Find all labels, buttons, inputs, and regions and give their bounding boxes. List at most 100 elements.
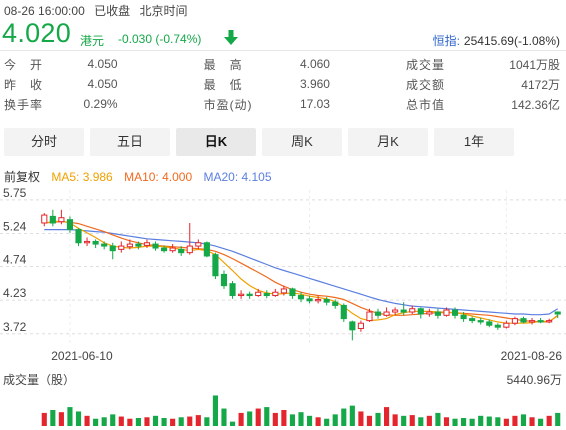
- candle-body: [58, 217, 65, 223]
- candle-body: [477, 320, 484, 323]
- volume-bar: [247, 411, 253, 426]
- volume-bar: [401, 415, 407, 426]
- candle-body: [195, 242, 202, 247]
- y-tick-label: 4.23: [3, 286, 27, 300]
- candle-body: [297, 295, 305, 300]
- volume-bar: [101, 417, 107, 426]
- candle-body: [469, 318, 476, 322]
- candle-body: [109, 245, 116, 252]
- ma10-line: [44, 221, 559, 323]
- volume-bar: [426, 415, 432, 426]
- volume-bar: [546, 415, 552, 426]
- volume-bar: [409, 415, 415, 426]
- candle-body: [451, 309, 459, 316]
- volume-bar: [58, 412, 64, 426]
- candle-body: [135, 243, 142, 247]
- volume-bar: [324, 418, 330, 426]
- volume-bar: [495, 417, 501, 426]
- volume-bar: [332, 414, 338, 426]
- candle-body: [186, 245, 193, 254]
- candle-body: [409, 308, 416, 313]
- candle-body: [332, 301, 339, 306]
- volume-bar: [435, 412, 441, 426]
- volume-bar: [144, 417, 150, 426]
- candle-body: [443, 309, 450, 316]
- kline-chart[interactable]: 5.75 5.24 4.74 4.23 3.72 2021-06-10 2021-08-26…: [0, 0, 566, 430]
- volume-bar: [461, 418, 467, 426]
- candle-body: [203, 242, 210, 257]
- x-tick-label: 2021-06-10: [51, 349, 113, 363]
- candle-body: [460, 314, 467, 320]
- candle-body: [101, 243, 108, 247]
- volume-bar: [152, 415, 159, 426]
- volume-bar: [298, 412, 304, 426]
- volume-bar: [538, 418, 544, 426]
- ma5-line: [44, 220, 559, 324]
- candle-body: [161, 247, 168, 252]
- candle-body: [400, 309, 407, 313]
- candle-body: [340, 304, 347, 320]
- candle-body: [315, 298, 322, 302]
- y-tick-label: 5.24: [3, 220, 27, 234]
- candle-body: [486, 321, 493, 326]
- candle-body: [503, 322, 510, 328]
- candle-body: [280, 288, 287, 294]
- y-tick-label: 3.72: [3, 320, 27, 334]
- candle-body: [520, 318, 527, 323]
- volume-bar: [41, 412, 47, 426]
- candle-body: [246, 293, 253, 297]
- candle-body: [220, 273, 228, 287]
- candle-body: [357, 322, 364, 330]
- volume-bar: [238, 412, 244, 426]
- volume-bar: [187, 416, 193, 426]
- candle-body: [126, 243, 133, 248]
- candle-body: [323, 298, 330, 303]
- volume-bar: [84, 415, 90, 426]
- candle-body: [263, 293, 270, 297]
- volume-bar: [366, 415, 373, 426]
- volume-bar: [118, 416, 124, 426]
- candle-body: [374, 311, 382, 316]
- volume-bar: [443, 417, 450, 426]
- volume-bar: [229, 421, 236, 426]
- volume-bar: [255, 408, 261, 426]
- volume-bar: [392, 414, 398, 426]
- candle-body: [392, 309, 399, 313]
- candle-body: [528, 320, 536, 323]
- candle-body: [434, 311, 441, 316]
- candle-body: [511, 318, 519, 324]
- volume-bar: [178, 417, 184, 426]
- candle-body: [229, 283, 236, 297]
- volume-bar: [289, 414, 296, 426]
- volume-bar: [529, 417, 535, 426]
- y-tick-label: 5.75: [3, 186, 27, 200]
- candle-body: [41, 214, 48, 224]
- volume-bar: [281, 410, 287, 426]
- volume-bar: [358, 411, 364, 426]
- candle-body: [366, 311, 373, 322]
- volume-bar: [170, 418, 176, 426]
- volume-bar: [161, 418, 167, 426]
- volume-bar: [555, 412, 561, 426]
- candle-body: [118, 245, 125, 250]
- volume-bar: [264, 407, 270, 426]
- candle-body: [554, 311, 561, 315]
- candle-body: [426, 311, 433, 315]
- candle-body: [178, 248, 185, 254]
- candle-body: [75, 229, 82, 244]
- volume-max-label: 5440.96万: [507, 373, 562, 387]
- volume-bar: [221, 408, 227, 426]
- volume-bar: [418, 417, 424, 426]
- candle-body: [238, 293, 245, 297]
- candle-body: [152, 243, 159, 249]
- candle-body: [289, 288, 296, 297]
- candle-body: [349, 321, 356, 331]
- candle-body: [255, 291, 262, 297]
- candle-body: [143, 242, 151, 246]
- volume-bar: [478, 415, 484, 426]
- volume-bar: [50, 410, 56, 426]
- volume-bar: [212, 395, 218, 426]
- candle-body: [212, 254, 219, 277]
- candle-body: [169, 247, 176, 252]
- volume-bar: [195, 415, 201, 426]
